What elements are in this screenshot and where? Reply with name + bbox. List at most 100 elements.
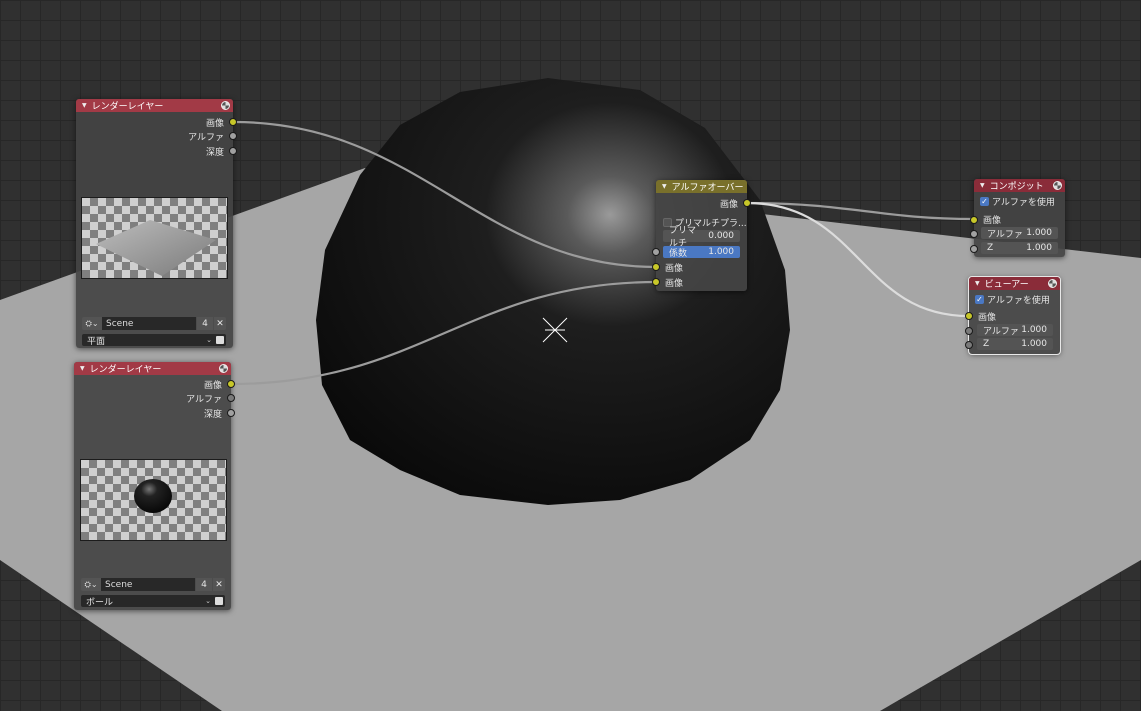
output-label: 画像	[205, 118, 224, 129]
render-icon[interactable]	[1053, 181, 1062, 190]
output-alpha: アルファ	[188, 129, 224, 143]
alpha-over-node[interactable]: ▼ アルファオーバー 画像 プリマルチプラ... プリマルチ 0.000 係数 …	[652, 180, 751, 291]
viewer-node[interactable]: ▼ ビューアー ✓ アルファを使用 画像 アルファ 1.000 Z 1.000	[965, 276, 1061, 355]
output-depth: 深度	[206, 144, 224, 158]
premultiplied-field[interactable]: プリマルチ 0.000	[663, 226, 740, 249]
socket-input-image-1[interactable]	[652, 263, 660, 271]
socket-output-alpha[interactable]	[227, 394, 235, 402]
field-value: 1.000	[1021, 339, 1047, 349]
field-label: アルファ	[987, 229, 1023, 240]
node-title: アルファオーバー	[671, 183, 744, 193]
collapse-arrow-icon[interactable]: ▼	[80, 365, 85, 372]
node-title: レンダーレイヤー	[91, 102, 164, 112]
socket-output-image[interactable]	[227, 380, 235, 388]
render-layer-icon[interactable]	[215, 597, 223, 605]
checkbox[interactable]: ✓	[980, 197, 989, 206]
scene-icon[interactable]: ⛭⌄	[81, 578, 101, 591]
unlink-scene-button[interactable]: ✕	[213, 578, 225, 591]
checkbox[interactable]: ✓	[975, 295, 984, 304]
checkbox-label: アルファを使用	[987, 296, 1050, 306]
render-layers-node-ball[interactable]: ▼ レンダーレイヤー 画像 アルファ 深度 ⛭⌄ Scene 4 ✕ ボール ⌄	[74, 362, 235, 610]
render-icon[interactable]	[1048, 279, 1057, 288]
scene-name-field[interactable]: Scene	[101, 578, 195, 591]
input-label: 画像	[983, 215, 1002, 226]
socket-output-image[interactable]	[743, 199, 751, 207]
plane-thumbnail	[96, 220, 216, 276]
field-value: 1.000	[1021, 325, 1047, 335]
node-title: ビューアー	[984, 280, 1029, 290]
socket-input-z[interactable]	[965, 341, 973, 349]
field-label: 係数	[669, 248, 688, 259]
view-layer-dropdown[interactable]: 平面 ⌄	[82, 334, 226, 347]
collapse-arrow-icon[interactable]: ▼	[980, 182, 985, 189]
composite-node[interactable]: ▼ コンポジット ✓ アルファを使用 画像 アルファ 1.000 Z 1.000	[970, 179, 1065, 257]
output-image: 画像	[204, 377, 222, 391]
node-header[interactable]: ▼ アルファオーバー	[656, 180, 747, 193]
output-image: 画像	[720, 196, 738, 210]
socket-input-image-2[interactable]	[652, 278, 660, 286]
scene-selector[interactable]: ⛭⌄ Scene 4 ✕	[81, 578, 225, 591]
input-label: 画像	[665, 263, 684, 274]
socket-output-depth[interactable]	[229, 147, 237, 155]
socket-input-alpha[interactable]	[970, 230, 978, 238]
output-image: 画像	[206, 115, 224, 129]
z-field[interactable]: Z 1.000	[981, 242, 1058, 254]
unlink-scene-button[interactable]: ✕	[214, 317, 226, 330]
use-alpha-toggle[interactable]: ✓ アルファを使用	[980, 195, 1055, 208]
preview-thumbnail	[81, 197, 228, 279]
field-label: アルファ	[983, 326, 1019, 337]
preview-thumbnail	[80, 459, 227, 541]
socket-input-z[interactable]	[970, 245, 978, 253]
field-value: 1.000	[1026, 228, 1052, 238]
scene-name-field[interactable]: Scene	[102, 317, 196, 330]
collapse-arrow-icon[interactable]: ▼	[662, 183, 667, 190]
socket-input-image[interactable]	[970, 216, 978, 224]
node-title: レンダーレイヤー	[89, 365, 162, 375]
chevron-down-icon: ⌄	[206, 336, 212, 344]
field-label: Z	[987, 243, 994, 253]
scene-icon[interactable]: ⛭⌄	[82, 317, 102, 330]
backdrop-ball	[316, 78, 790, 505]
render-layer-icon[interactable]	[216, 336, 224, 344]
view-layer-dropdown[interactable]: ボール ⌄	[81, 595, 225, 608]
ball-thumbnail	[134, 479, 172, 513]
socket-input-alpha[interactable]	[965, 327, 973, 335]
factor-field[interactable]: 係数 1.000	[663, 246, 740, 259]
render-layers-node-plane[interactable]: ▼ レンダーレイヤー 画像 アルファ 深度 ⛭⌄ Scene 4 ✕ 平面 ⌄	[76, 99, 237, 348]
alpha-field[interactable]: アルファ 1.000	[977, 324, 1053, 337]
render-icon[interactable]	[221, 101, 230, 110]
socket-output-depth[interactable]	[227, 409, 235, 417]
view-layer-label: 平面	[87, 336, 106, 347]
alpha-field[interactable]: アルファ 1.000	[981, 227, 1058, 240]
output-depth: 深度	[204, 406, 222, 420]
output-label: 画像	[719, 199, 738, 210]
render-icon[interactable]	[219, 364, 228, 373]
output-label: アルファ	[188, 132, 224, 143]
input-image: 画像	[983, 212, 1001, 226]
scene-selector[interactable]: ⛭⌄ Scene 4 ✕	[82, 317, 226, 330]
field-value: 0.000	[708, 231, 734, 241]
collapse-arrow-icon[interactable]: ▼	[975, 280, 980, 287]
output-alpha: アルファ	[186, 391, 222, 405]
socket-input-fac[interactable]	[652, 248, 660, 256]
output-label: 深度	[205, 147, 224, 158]
node-header[interactable]: ▼ コンポジット	[974, 179, 1065, 192]
field-value: 1.000	[708, 247, 734, 257]
chevron-down-icon: ⌄	[205, 597, 211, 605]
use-alpha-toggle[interactable]: ✓ アルファを使用	[975, 293, 1050, 306]
socket-input-image[interactable]	[965, 312, 973, 320]
node-header[interactable]: ▼ レンダーレイヤー	[76, 99, 233, 112]
checkbox-label: アルファを使用	[992, 198, 1055, 208]
node-header[interactable]: ▼ レンダーレイヤー	[74, 362, 231, 375]
z-field[interactable]: Z 1.000	[977, 338, 1053, 350]
view-layer-label: ボール	[86, 597, 114, 608]
output-label: 深度	[203, 409, 222, 420]
node-title: コンポジット	[989, 182, 1044, 192]
socket-output-alpha[interactable]	[229, 132, 237, 140]
collapse-arrow-icon[interactable]: ▼	[82, 102, 87, 109]
node-header[interactable]: ▼ ビューアー	[969, 277, 1060, 290]
input-label: 画像	[665, 278, 684, 289]
socket-output-image[interactable]	[229, 118, 237, 126]
scene-user-count: 4	[197, 317, 213, 330]
field-value: 1.000	[1026, 243, 1052, 253]
